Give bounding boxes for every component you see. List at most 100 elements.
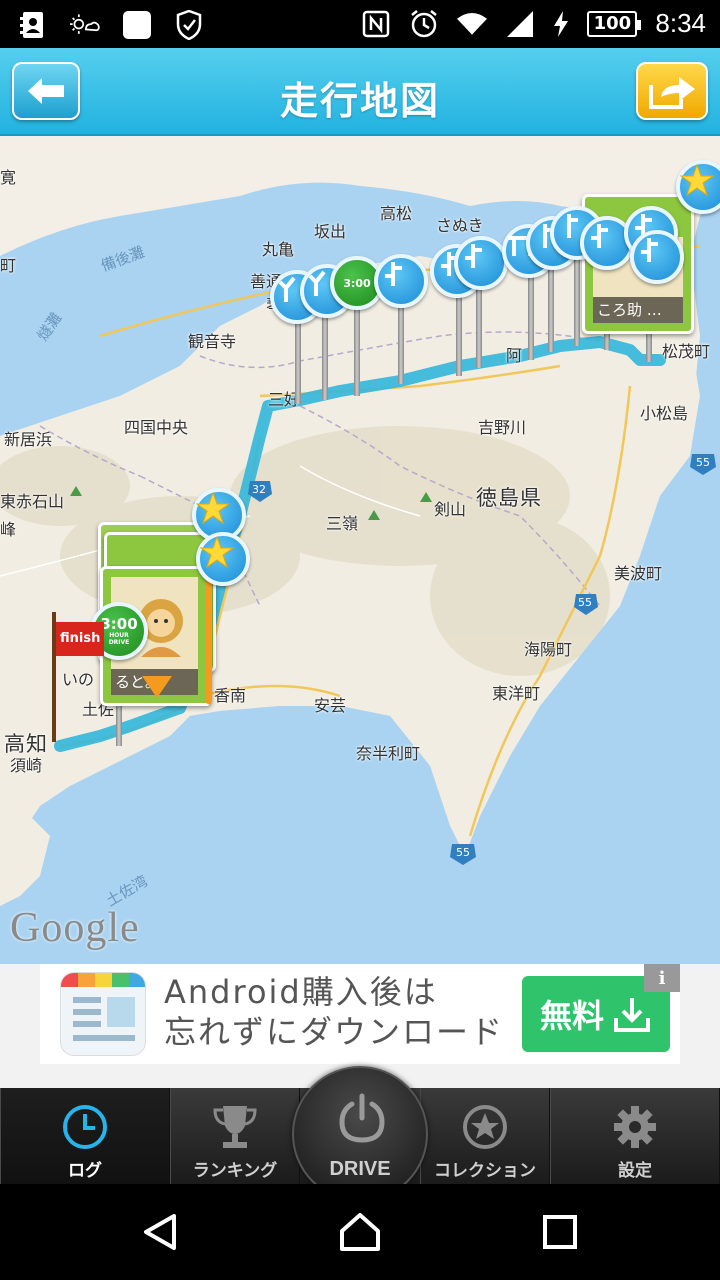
alarm-icon bbox=[409, 9, 439, 39]
map-label-prefecture: 徳島県 bbox=[476, 486, 542, 510]
recents-square-icon bbox=[543, 1215, 577, 1249]
road-number: 55 bbox=[696, 456, 710, 469]
shield-icon bbox=[174, 10, 204, 40]
nav-back-button[interactable] bbox=[136, 1208, 184, 1256]
ad-copy: Android購入後は 忘れずにダウンロード bbox=[164, 972, 504, 1052]
clock-time: 8:34 bbox=[655, 8, 706, 38]
tab-label: ログ bbox=[68, 1161, 102, 1181]
pin-pole bbox=[548, 266, 554, 352]
star-pin[interactable] bbox=[196, 532, 250, 586]
tab-label: コレクション bbox=[434, 1161, 536, 1181]
pin-pole bbox=[456, 296, 462, 376]
contacts-icon bbox=[18, 10, 48, 40]
ad-button-label: 無料 bbox=[539, 997, 604, 1035]
map-label: 奈半利町 bbox=[356, 744, 421, 763]
map-label: 新居浜 bbox=[4, 430, 53, 449]
tab-log[interactable]: ログ bbox=[0, 1088, 170, 1184]
share-button[interactable] bbox=[636, 62, 708, 120]
map-label: 小松島 bbox=[640, 404, 689, 423]
pin-pole bbox=[295, 316, 301, 404]
tab-label: ランキング bbox=[192, 1161, 278, 1181]
system-nav-bar bbox=[0, 1184, 720, 1280]
map-label: 四国中央 bbox=[124, 418, 189, 437]
drive-button[interactable]: DRIVE bbox=[292, 1066, 428, 1202]
map-label: 丸亀 bbox=[262, 240, 295, 259]
clock-icon bbox=[62, 1104, 108, 1155]
drive-badge-sub: HOUR DRIVE bbox=[108, 631, 130, 646]
route-map[interactable]: 高松 坂出 さぬき 丸亀 善通 琴 観音寺 四国中央 新居浜 東赤石山 峰 三好… bbox=[0, 136, 720, 964]
star-icon bbox=[200, 536, 234, 568]
photo-caption: ころ助 … bbox=[593, 297, 683, 323]
app-screen: 100 8:34 走行地図 高松 坂出 さぬき 丸亀 善通 観音寺 四国中央 新… bbox=[0, 0, 720, 1280]
nfc-icon bbox=[361, 9, 391, 39]
back-triangle-icon bbox=[144, 1214, 176, 1250]
pin-pole bbox=[574, 256, 580, 346]
map-label: 坂出 bbox=[314, 222, 347, 241]
map-label: さぬき bbox=[436, 216, 484, 235]
star-badge-icon bbox=[462, 1104, 508, 1155]
wifi-icon bbox=[457, 9, 488, 39]
road-sign-icon bbox=[641, 238, 658, 262]
pin-pole bbox=[354, 306, 360, 396]
download-icon bbox=[614, 998, 650, 1032]
map-label: 寛 bbox=[0, 168, 17, 187]
map-label: 剣山 bbox=[434, 500, 467, 519]
weather-icon bbox=[70, 10, 100, 40]
drive-badge-time: 3:00 bbox=[343, 276, 371, 290]
map-label: 香南 bbox=[214, 686, 247, 705]
map-label: 美波町 bbox=[614, 564, 663, 583]
map-label: 東赤石山 bbox=[0, 492, 65, 511]
map-label: 峰 bbox=[0, 520, 17, 539]
tab-ranking[interactable]: ランキング bbox=[170, 1088, 300, 1184]
pin-pole bbox=[476, 286, 482, 368]
route-pin[interactable] bbox=[454, 236, 508, 290]
nav-recents-button[interactable] bbox=[536, 1208, 584, 1256]
news-app-icon bbox=[60, 972, 146, 1056]
tab-label: 設定 bbox=[618, 1161, 652, 1181]
map-label: 安芸 bbox=[314, 696, 347, 715]
route-pin[interactable] bbox=[630, 230, 684, 284]
ad-banner[interactable]: Android購入後は 忘れずにダウンロード 無料 i bbox=[40, 964, 680, 1064]
orange-marker-tip bbox=[142, 676, 172, 698]
tab-settings[interactable]: 設定 bbox=[550, 1088, 720, 1184]
share-arrow-icon bbox=[649, 77, 695, 109]
nav-home-button[interactable] bbox=[336, 1208, 384, 1256]
road-sign-icon bbox=[465, 244, 482, 268]
map-label: 高松 bbox=[380, 204, 413, 223]
page-title: 走行地図 bbox=[279, 79, 440, 123]
map-label: 須崎 bbox=[10, 756, 43, 775]
map-label: いの bbox=[62, 670, 95, 689]
ad-info-button[interactable]: i bbox=[644, 964, 680, 992]
drive-badge-time: 3:00 bbox=[100, 614, 138, 633]
notification-square-icon bbox=[122, 10, 152, 40]
finish-label: finish bbox=[60, 631, 101, 646]
battery-indicator: 100 bbox=[587, 10, 642, 37]
star-icon bbox=[196, 492, 230, 524]
map-label: 三嶺 bbox=[326, 514, 359, 533]
signal-icon bbox=[505, 9, 535, 39]
road-sign-icon bbox=[567, 214, 578, 238]
map-label: 町 bbox=[0, 256, 17, 275]
map-label: 松茂町 bbox=[662, 342, 711, 361]
tab-collection[interactable]: コレクション bbox=[420, 1088, 550, 1184]
power-icon bbox=[339, 1093, 385, 1143]
map-label: 阿 bbox=[506, 346, 523, 365]
app-header: 走行地図 bbox=[0, 48, 720, 136]
home-icon bbox=[340, 1213, 380, 1251]
map-label: 海陽町 bbox=[524, 640, 573, 659]
status-bar: 100 8:34 bbox=[0, 0, 720, 48]
map-label: 東洋町 bbox=[492, 684, 541, 703]
google-logo: Google bbox=[10, 905, 140, 951]
pin-pole bbox=[528, 276, 534, 360]
road-sign-icon bbox=[591, 224, 608, 248]
finish-flag[interactable]: finish bbox=[56, 622, 104, 656]
trophy-icon bbox=[213, 1104, 257, 1155]
ad-line-2: 忘れずにダウンロード bbox=[164, 1013, 505, 1051]
pin-pole bbox=[398, 296, 404, 384]
route-pin[interactable] bbox=[374, 254, 428, 308]
ad-line-1: Android購入後は bbox=[164, 973, 438, 1011]
pin-pole bbox=[322, 306, 328, 400]
road-number: 32 bbox=[252, 483, 266, 496]
star-icon bbox=[680, 164, 714, 196]
road-number: 55 bbox=[578, 596, 592, 609]
